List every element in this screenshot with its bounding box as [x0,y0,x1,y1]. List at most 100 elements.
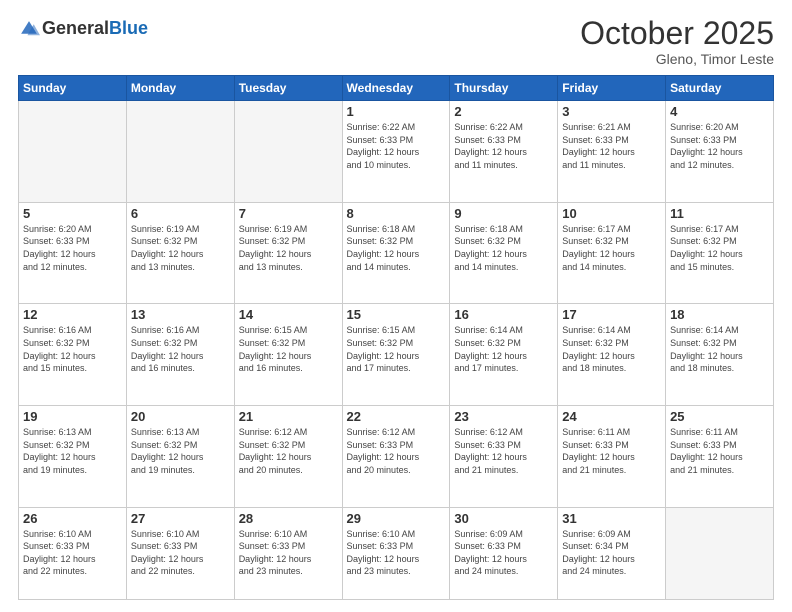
calendar-week-row: 26 Sunrise: 6:10 AM Sunset: 6:33 PM Dayli… [19,507,774,599]
day-number: 14 [239,307,338,322]
table-row [19,101,127,203]
table-row: 6Sunrise: 6:19 AM Sunset: 6:32 PM Daylig… [126,202,234,304]
day-info: Sunrise: 6:12 AM Sunset: 6:33 PM Dayligh… [454,426,553,476]
day-number: 26 [23,511,122,526]
table-row: 21 Sunrise: 6:12 AM Sunset: 6:32 PM Dayli… [234,406,342,508]
day-number: 17 [562,307,661,322]
day-number: 12 [23,307,122,322]
col-thursday: Thursday [450,76,558,101]
table-row: 23 Sunrise: 6:12 AM Sunset: 6:33 PM Dayli… [450,406,558,508]
table-row: 10Sunrise: 6:17 AM Sunset: 6:32 PM Dayli… [558,202,666,304]
col-sunday: Sunday [19,76,127,101]
day-info: Sunrise: 6:21 AM Sunset: 6:33 PM Dayligh… [562,121,661,171]
month-title: October 2025 [580,16,774,51]
table-row: 24 Sunrise: 6:11 AM Sunset: 6:33 PM Dayli… [558,406,666,508]
day-number: 18 [670,307,769,322]
day-info: Sunrise: 6:10 AM Sunset: 6:33 PM Dayligh… [131,528,230,578]
day-info: Sunrise: 6:18 AM Sunset: 6:32 PM Dayligh… [454,223,553,273]
table-row: 13 Sunrise: 6:16 AM Sunset: 6:32 PM Dayli… [126,304,234,406]
table-row: 22Sunrise: 6:12 AM Sunset: 6:33 PM Dayli… [342,406,450,508]
table-row: 18 Sunrise: 6:14 AM Sunset: 6:32 PM Dayli… [666,304,774,406]
logo: GeneralBlue [18,16,148,40]
table-row: 8Sunrise: 6:18 AM Sunset: 6:32 PM Daylig… [342,202,450,304]
day-number: 15 [347,307,446,322]
day-info: Sunrise: 6:13 AM Sunset: 6:32 PM Dayligh… [23,426,122,476]
day-number: 1 [347,104,446,119]
day-info: Sunrise: 6:10 AM Sunset: 6:33 PM Dayligh… [239,528,338,578]
day-info: Sunrise: 6:14 AM Sunset: 6:32 PM Dayligh… [670,324,769,374]
day-info: Sunrise: 6:20 AM Sunset: 6:33 PM Dayligh… [670,121,769,171]
table-row: 25 Sunrise: 6:11 AM Sunset: 6:33 PM Dayli… [666,406,774,508]
table-row: 4Sunrise: 6:20 AM Sunset: 6:33 PM Daylig… [666,101,774,203]
day-number: 19 [23,409,122,424]
day-info: Sunrise: 6:22 AM Sunset: 6:33 PM Dayligh… [454,121,553,171]
day-info: Sunrise: 6:19 AM Sunset: 6:32 PM Dayligh… [239,223,338,273]
day-number: 7 [239,206,338,221]
day-info: Sunrise: 6:15 AM Sunset: 6:32 PM Dayligh… [239,324,338,374]
day-number: 3 [562,104,661,119]
day-info: Sunrise: 6:16 AM Sunset: 6:32 PM Dayligh… [131,324,230,374]
col-saturday: Saturday [666,76,774,101]
day-number: 23 [454,409,553,424]
table-row: 26 Sunrise: 6:10 AM Sunset: 6:33 PM Dayli… [19,507,127,599]
table-row: 2Sunrise: 6:22 AM Sunset: 6:33 PM Daylig… [450,101,558,203]
table-row: 28 Sunrise: 6:10 AM Sunset: 6:33 PM Dayli… [234,507,342,599]
location: Gleno, Timor Leste [580,51,774,67]
day-info: Sunrise: 6:10 AM Sunset: 6:33 PM Dayligh… [23,528,122,578]
day-number: 11 [670,206,769,221]
col-friday: Friday [558,76,666,101]
day-number: 13 [131,307,230,322]
day-number: 24 [562,409,661,424]
page: GeneralBlue October 2025 Gleno, Timor Le… [0,0,792,612]
table-row: 17 Sunrise: 6:14 AM Sunset: 6:32 PM Dayli… [558,304,666,406]
day-number: 6 [131,206,230,221]
table-row: 14 Sunrise: 6:15 AM Sunset: 6:32 PM Dayli… [234,304,342,406]
table-row: 27 Sunrise: 6:10 AM Sunset: 6:33 PM Dayli… [126,507,234,599]
table-row: 9 Sunrise: 6:18 AM Sunset: 6:32 PM Daylig… [450,202,558,304]
day-info: Sunrise: 6:22 AM Sunset: 6:33 PM Dayligh… [347,121,446,171]
day-number: 27 [131,511,230,526]
calendar-week-row: 1 Sunrise: 6:22 AM Sunset: 6:33 PM Daylig… [19,101,774,203]
day-number: 9 [454,206,553,221]
day-number: 22 [347,409,446,424]
day-number: 30 [454,511,553,526]
day-number: 5 [23,206,122,221]
table-row: 16Sunrise: 6:14 AM Sunset: 6:32 PM Dayli… [450,304,558,406]
title-area: October 2025 Gleno, Timor Leste [580,16,774,67]
day-info: Sunrise: 6:16 AM Sunset: 6:32 PM Dayligh… [23,324,122,374]
day-number: 29 [347,511,446,526]
day-info: Sunrise: 6:09 AM Sunset: 6:33 PM Dayligh… [454,528,553,578]
logo-text: GeneralBlue [42,19,148,37]
table-row [126,101,234,203]
day-info: Sunrise: 6:13 AM Sunset: 6:32 PM Dayligh… [131,426,230,476]
table-row: 19 Sunrise: 6:13 AM Sunset: 6:32 PM Dayli… [19,406,127,508]
table-row: 5Sunrise: 6:20 AM Sunset: 6:33 PM Daylig… [19,202,127,304]
table-row: 3 Sunrise: 6:21 AM Sunset: 6:33 PM Daylig… [558,101,666,203]
logo-icon [18,18,40,40]
table-row: 12 Sunrise: 6:16 AM Sunset: 6:32 PM Dayli… [19,304,127,406]
day-number: 10 [562,206,661,221]
logo-blue: Blue [109,18,148,38]
col-monday: Monday [126,76,234,101]
table-row: 31Sunrise: 6:09 AM Sunset: 6:34 PM Dayli… [558,507,666,599]
day-info: Sunrise: 6:11 AM Sunset: 6:33 PM Dayligh… [562,426,661,476]
table-row: 1 Sunrise: 6:22 AM Sunset: 6:33 PM Daylig… [342,101,450,203]
day-number: 20 [131,409,230,424]
calendar-week-row: 19 Sunrise: 6:13 AM Sunset: 6:32 PM Dayli… [19,406,774,508]
day-info: Sunrise: 6:14 AM Sunset: 6:32 PM Dayligh… [454,324,553,374]
day-info: Sunrise: 6:12 AM Sunset: 6:32 PM Dayligh… [239,426,338,476]
calendar-week-row: 12 Sunrise: 6:16 AM Sunset: 6:32 PM Dayli… [19,304,774,406]
logo-general: General [42,18,109,38]
day-number: 25 [670,409,769,424]
calendar-header-row: Sunday Monday Tuesday Wednesday Thursday… [19,76,774,101]
table-row: 7 Sunrise: 6:19 AM Sunset: 6:32 PM Daylig… [234,202,342,304]
table-row: 30 Sunrise: 6:09 AM Sunset: 6:33 PM Dayli… [450,507,558,599]
day-info: Sunrise: 6:14 AM Sunset: 6:32 PM Dayligh… [562,324,661,374]
table-row [666,507,774,599]
day-info: Sunrise: 6:17 AM Sunset: 6:32 PM Dayligh… [670,223,769,273]
calendar-week-row: 5Sunrise: 6:20 AM Sunset: 6:33 PM Daylig… [19,202,774,304]
day-info: Sunrise: 6:11 AM Sunset: 6:33 PM Dayligh… [670,426,769,476]
day-number: 31 [562,511,661,526]
day-number: 28 [239,511,338,526]
day-number: 21 [239,409,338,424]
